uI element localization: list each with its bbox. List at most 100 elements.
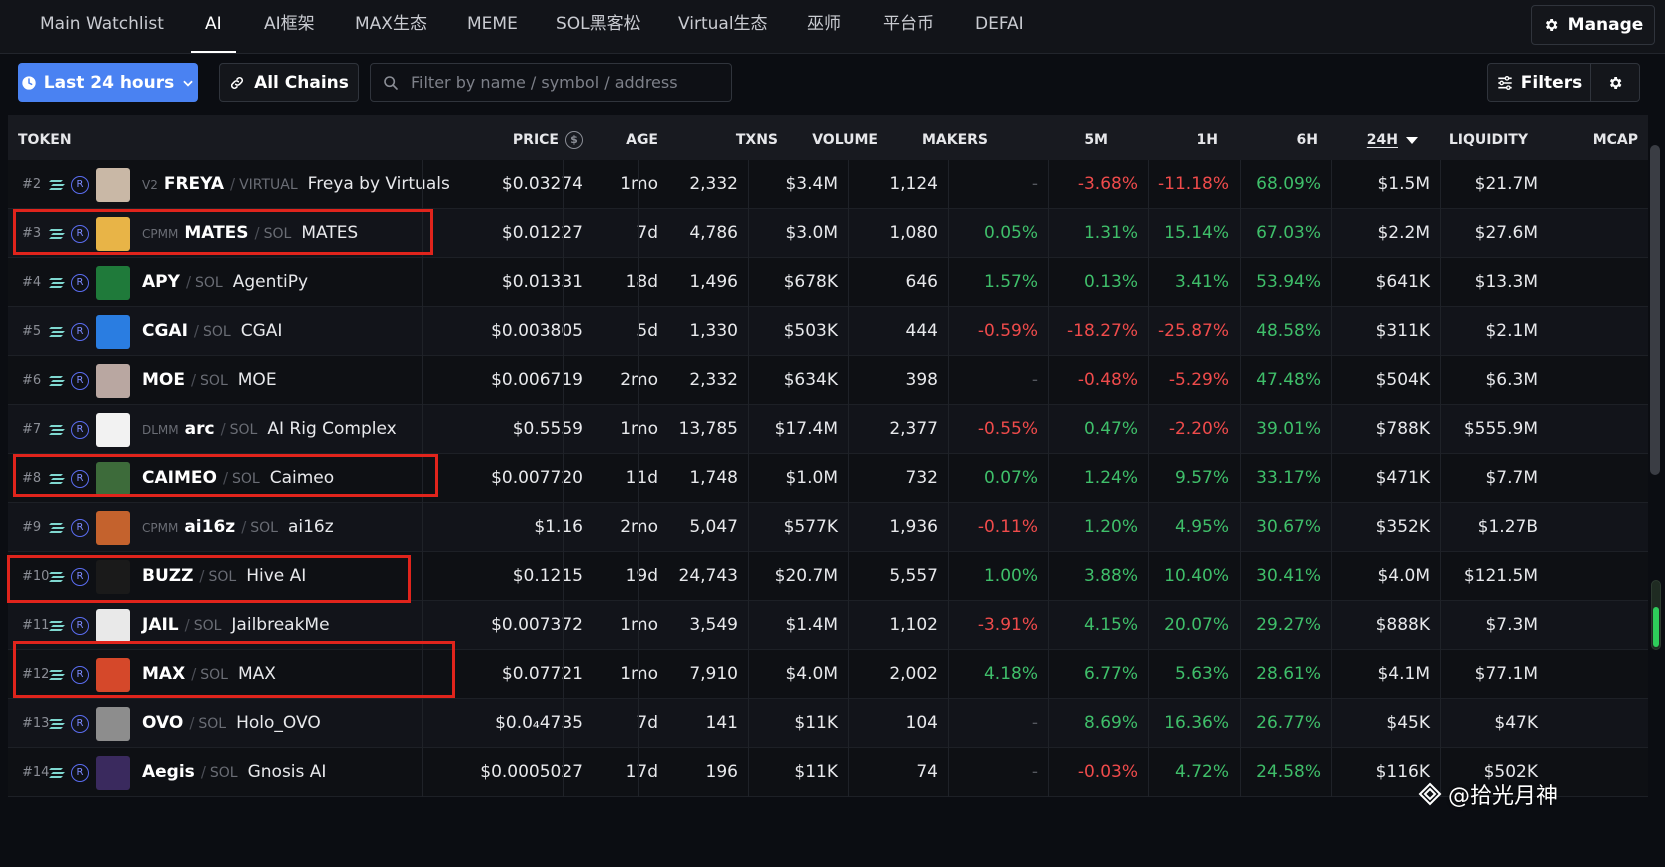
cell-makers: 2,377 — [889, 419, 938, 439]
token-name-cell[interactable]: JAIL / SOL JailbreakMe — [142, 601, 330, 651]
column-divider — [1240, 503, 1241, 552]
token-name-cell[interactable]: CPMM ai16z / SOL ai16z — [142, 503, 334, 553]
cell-price: $0.003805 — [491, 321, 583, 341]
column-divider — [1048, 258, 1049, 307]
token-name-cell[interactable]: V2 FREYA / VIRTUAL Freya by Virtuals — [142, 160, 450, 210]
cell-liquidity: $504K — [1375, 370, 1430, 390]
column-divider — [1440, 258, 1441, 307]
cell-h24: 24.58% — [1256, 762, 1321, 782]
all-chains-button[interactable]: All Chains — [219, 63, 359, 102]
table-row[interactable]: #6 R MOE / SOL MOE $0.006719 2mo 2,332 $634K 398- -… — [8, 356, 1648, 405]
filter-sliders-icon — [1498, 75, 1512, 90]
table-row[interactable]: #13 R OVO / SOL Holo_OVO $0.0₄4735 7d 141 $11K 104… — [8, 699, 1648, 748]
scrollbar-thumb[interactable] — [1650, 145, 1660, 475]
column-divider — [748, 748, 749, 797]
column-divider — [848, 748, 849, 797]
table-row[interactable]: #10 R BUZZ / SOL Hive AI $0.1215 19d 24,743 $20.7… — [8, 552, 1648, 601]
tab-meme[interactable]: MEME — [467, 0, 518, 53]
column-divider — [1440, 405, 1441, 454]
cell-h24: 33.17% — [1256, 468, 1321, 488]
column-divider — [1331, 209, 1332, 258]
tab-platform-coin[interactable]: 平台币 — [883, 0, 934, 53]
tab-ai-framework[interactable]: AI框架 — [264, 0, 315, 53]
cell-price: $0.03274 — [501, 174, 583, 194]
solana-chain-icon — [49, 767, 65, 778]
cell-m5: 1.00% — [983, 566, 1038, 586]
column-divider — [422, 650, 423, 699]
token-avatar — [96, 412, 130, 447]
column-divider — [1440, 552, 1441, 601]
column-divider — [1331, 160, 1332, 209]
token-name-cell[interactable]: DLMM arc / SOL AI Rig Complex — [142, 405, 397, 455]
column-divider — [1240, 258, 1241, 307]
table-row[interactable]: #2 R V2 FREYA / VIRTUAL Freya by Virtuals $0.03… — [8, 160, 1648, 209]
column-divider — [563, 307, 564, 356]
currency-toggle-icon[interactable]: $ — [565, 131, 583, 149]
column-divider — [948, 650, 949, 699]
cell-txns: 5,047 — [689, 517, 738, 537]
token-full-name: AI Rig Complex — [267, 419, 397, 439]
column-divider — [1331, 356, 1332, 405]
table-row[interactable]: #4 R APY / SOL AgentiPy $0.01331 18d 1,496 $678K 6… — [8, 258, 1648, 307]
token-symbol: Aegis — [142, 762, 195, 782]
table-row[interactable]: #11 R JAIL / SOL JailbreakMe $0.007372 1mo 3,549… — [8, 601, 1648, 650]
time-range-label: Last 24 hours — [43, 72, 175, 93]
table-row[interactable]: #9 R CPMM ai16z / SOL ai16z $1.16 2mo 5,047 $577K 1… — [8, 503, 1648, 552]
quote-token: SOL — [193, 618, 222, 634]
cell-m5: - — [1031, 174, 1038, 194]
token-name-cell[interactable]: MOE / SOL MOE — [142, 356, 277, 406]
tab-max-ecosystem[interactable]: MAX生态 — [355, 0, 427, 53]
cell-volume: $678K — [783, 272, 838, 292]
token-avatar — [96, 461, 130, 496]
column-divider — [422, 209, 423, 258]
dex-icon: R — [71, 469, 89, 488]
column-divider — [1048, 307, 1049, 356]
solana-chain-icon — [49, 179, 65, 190]
manage-button[interactable]: Manage — [1531, 5, 1655, 45]
table-row[interactable]: #7 R DLMM arc / SOL AI Rig Complex $0.5559 1mo 13… — [8, 405, 1648, 454]
tab-main-watchlist[interactable]: Main Watchlist — [40, 0, 164, 53]
cell-txns: 24,743 — [678, 566, 738, 586]
cell-volume: $20.7M — [774, 566, 838, 586]
column-divider — [1148, 356, 1149, 405]
tab-ai[interactable]: AI — [191, 0, 236, 53]
column-divider — [948, 503, 949, 552]
token-name-cell[interactable]: MAX / SOL MAX — [142, 650, 276, 700]
tab-sol-hackathon[interactable]: SOL黑客松 — [556, 0, 641, 53]
token-name-cell[interactable]: CGAI / SOL CGAI — [142, 307, 282, 357]
table-row[interactable]: #3 R CPMM MATES / SOL MATES $0.01227 7d 4,786 $3.0… — [8, 209, 1648, 258]
toolbar: Last 24 hours All Chains Filters — [0, 55, 1665, 115]
table-row[interactable]: #14 R Aegis / SOL Gnosis AI $0.0005027 17d 196 $1… — [8, 748, 1648, 797]
tab-defai[interactable]: DEFAI — [975, 0, 1024, 53]
token-name-cell[interactable]: CPMM MATES / SOL MATES — [142, 209, 358, 259]
token-name-cell[interactable]: APY / SOL AgentiPy — [142, 258, 308, 308]
table-row[interactable]: #5 R CGAI / SOL CGAI $0.003805 5d 1,330 $503K 444-… — [8, 307, 1648, 356]
token-avatar — [96, 167, 130, 202]
cell-txns: 196 — [705, 762, 738, 782]
token-name-cell[interactable]: BUZZ / SOL Hive AI — [142, 552, 306, 602]
column-divider — [422, 258, 423, 307]
time-range-button[interactable]: Last 24 hours — [18, 63, 198, 102]
search-input[interactable] — [411, 73, 711, 92]
table-settings-button[interactable] — [1590, 63, 1640, 102]
token-name-cell[interactable]: OVO / SOL Holo_OVO — [142, 699, 321, 749]
column-divider — [1148, 307, 1149, 356]
table-row[interactable]: #12 R MAX / SOL MAX $0.07721 1mo 7,910 $4.0M 2,002… — [8, 650, 1648, 699]
cell-price: $0.0₄4735 — [495, 713, 583, 733]
tab-virtual-ecosystem[interactable]: Virtual生态 — [678, 0, 768, 53]
cell-makers: 1,080 — [889, 223, 938, 243]
dex-icon: R — [71, 420, 89, 439]
token-avatar — [96, 755, 130, 790]
column-divider — [748, 454, 749, 503]
filters-button[interactable]: Filters — [1487, 63, 1591, 102]
token-name-cell[interactable]: Aegis / SOL Gnosis AI — [142, 748, 326, 798]
token-full-name: Freya by Virtuals — [307, 174, 450, 194]
side-scroll-indicator[interactable] — [1651, 580, 1661, 650]
row-rank: #13 — [22, 716, 50, 731]
column-divider — [563, 160, 564, 209]
token-name-cell[interactable]: CAIMEO / SOL Caimeo — [142, 454, 334, 504]
column-divider — [848, 650, 849, 699]
tab-wizard[interactable]: 巫师 — [807, 0, 841, 53]
table-row[interactable]: #8 R CAIMEO / SOL Caimeo $0.007720 11d 1,748 $1.0… — [8, 454, 1648, 503]
dex-icon: R — [71, 763, 89, 782]
